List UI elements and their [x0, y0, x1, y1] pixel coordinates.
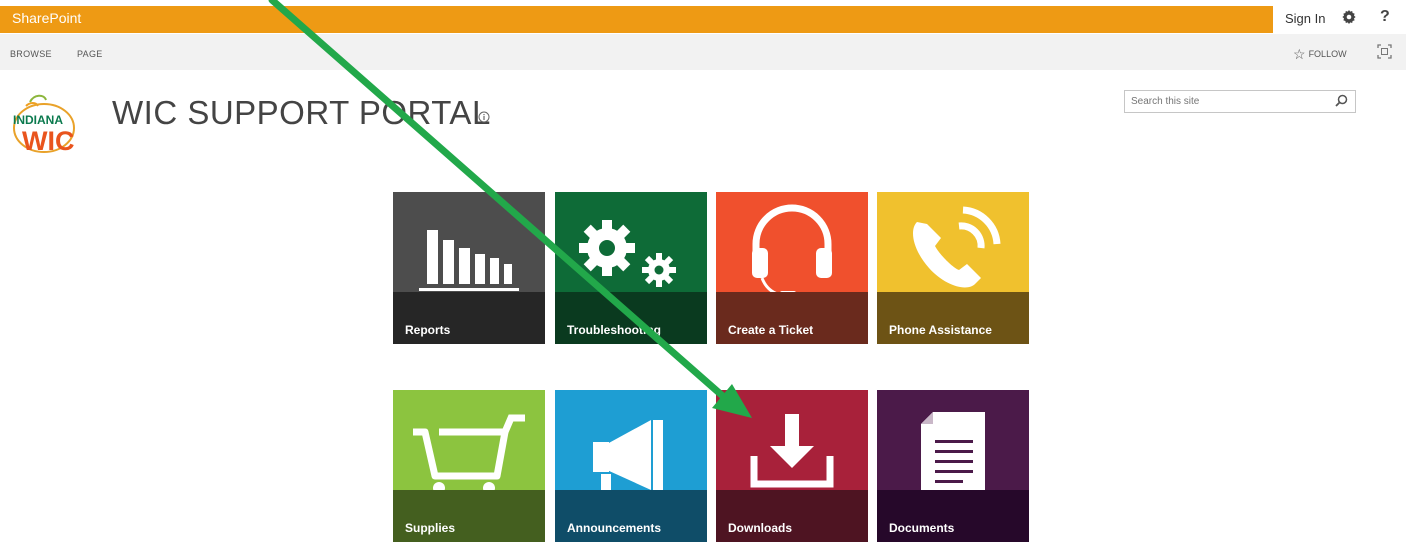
suite-bar: SharePoint Sign In ? [0, 0, 1406, 34]
search-icon[interactable] [1333, 93, 1349, 109]
tile-label: Supplies [405, 521, 456, 535]
suite-bar-background [0, 6, 1273, 33]
tile-phone-assistance[interactable]: Phone Assistance [877, 192, 1029, 344]
tile-label: Create a Ticket [728, 323, 814, 337]
gear-icon[interactable] [1341, 9, 1357, 30]
document-icon [921, 412, 985, 490]
tab-page[interactable]: PAGE [77, 49, 103, 59]
sharepoint-brand-link[interactable]: SharePoint [12, 10, 81, 26]
tile-reports[interactable]: Reports [393, 192, 545, 344]
logo-wic-text: WIC [22, 126, 74, 154]
indiana-wic-logo[interactable]: INDIANA WIC [10, 92, 90, 156]
focus-on-content-icon[interactable] [1377, 44, 1392, 59]
tile-announcements[interactable]: Announcements [555, 390, 707, 542]
headset-icon [752, 204, 832, 292]
info-icon[interactable] [478, 111, 490, 126]
download-icon [750, 414, 834, 488]
tile-label: Documents [889, 521, 955, 535]
tile-supplies[interactable]: Supplies [393, 390, 545, 542]
shopping-cart-icon [413, 414, 525, 490]
follow-label: FOLLOW [1308, 49, 1347, 59]
site-search-box [1124, 90, 1356, 113]
star-icon: ☆ [1293, 46, 1306, 62]
bar-chart-icon [419, 230, 519, 291]
tile-label: Phone Assistance [889, 323, 992, 337]
search-input[interactable] [1129, 91, 1328, 112]
tile-downloads[interactable]: Downloads [716, 390, 868, 542]
follow-button[interactable]: ☆ FOLLOW [1293, 46, 1347, 63]
page-title[interactable]: WIC SUPPORT PORTAL [112, 94, 491, 132]
tile-label: Announcements [567, 521, 662, 535]
tile-label: Reports [405, 323, 451, 337]
tile-documents[interactable]: Documents [877, 390, 1029, 542]
sign-in-link[interactable]: Sign In [1285, 11, 1325, 26]
ribbon: BROWSE PAGE ☆ FOLLOW [0, 34, 1406, 70]
tile-troubleshooting[interactable]: Troubleshooting [555, 192, 707, 344]
tile-create-a-ticket[interactable]: Create a Ticket [716, 192, 868, 344]
gears-icon [579, 220, 676, 287]
tile-label: Downloads [728, 521, 793, 535]
megaphone-icon [593, 420, 663, 490]
tab-browse[interactable]: BROWSE [10, 49, 52, 59]
logo-indiana-text: INDIANA [13, 113, 63, 127]
phone-icon [913, 206, 1001, 288]
tile-label: Troubleshooting [567, 323, 661, 337]
help-icon[interactable]: ? [1380, 8, 1390, 26]
